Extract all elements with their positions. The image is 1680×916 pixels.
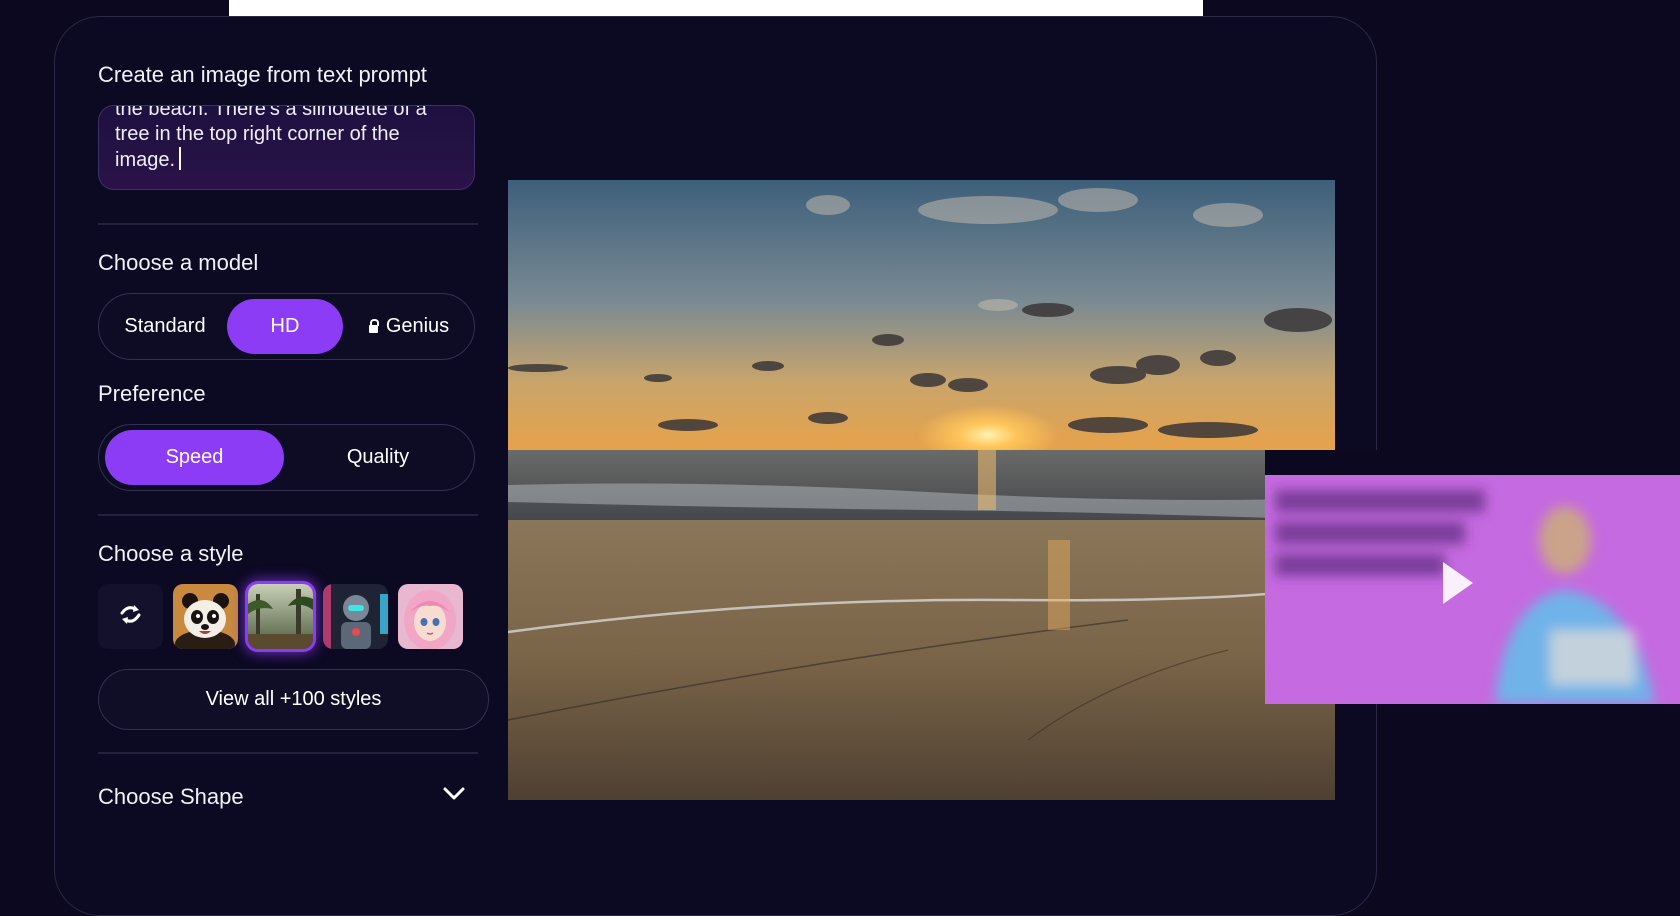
preference-option-speed[interactable]: Speed — [105, 430, 284, 485]
video-thumbnail — [1265, 450, 1680, 704]
shape-label: Choose Shape — [98, 784, 244, 809]
text-caret — [179, 147, 182, 170]
model-option-standard[interactable]: Standard — [105, 299, 225, 354]
model-label: Choose a model — [98, 250, 259, 275]
style-label: Choose a style — [98, 541, 244, 566]
model-selector: Standard HD Genius — [98, 293, 475, 360]
anime-girl-image — [398, 584, 463, 649]
style-thumb-anime-girl[interactable] — [398, 584, 463, 649]
video-overlay[interactable] — [1265, 450, 1680, 704]
view-all-styles-button[interactable]: View all +100 styles — [98, 669, 489, 730]
generated-image — [508, 180, 1335, 800]
preference-option-quality[interactable]: Quality — [287, 430, 469, 485]
preference-label: Preference — [98, 381, 206, 406]
prompt-text-content: the beach. There’s a silhouette of a tre… — [115, 105, 462, 173]
style-thumb-panda[interactable] — [173, 584, 238, 649]
prompt-text-value: the beach. There’s a silhouette of a tre… — [115, 105, 427, 171]
divider — [98, 752, 478, 754]
model-option-genius-label: Genius — [385, 315, 450, 337]
jungle-image — [248, 584, 313, 649]
style-thumb-robot[interactable] — [323, 584, 388, 649]
model-option-hd[interactable]: HD — [227, 299, 343, 354]
panda-image — [173, 584, 238, 649]
chevron-down-icon[interactable] — [443, 787, 465, 801]
lock-icon — [368, 319, 379, 333]
model-option-genius[interactable]: Genius — [349, 299, 469, 354]
divider — [98, 223, 478, 225]
style-none-button[interactable] — [98, 584, 163, 649]
preference-selector: Speed Quality — [98, 424, 475, 491]
robot-image — [323, 584, 388, 649]
divider — [98, 514, 478, 516]
beach-sunset-image — [508, 180, 1335, 800]
prompt-label: Create an image from text prompt — [98, 62, 427, 87]
style-thumb-jungle[interactable] — [248, 584, 313, 649]
no-style-icon — [120, 605, 141, 624]
prompt-textarea[interactable]: the beach. There’s a silhouette of a tre… — [98, 105, 475, 190]
